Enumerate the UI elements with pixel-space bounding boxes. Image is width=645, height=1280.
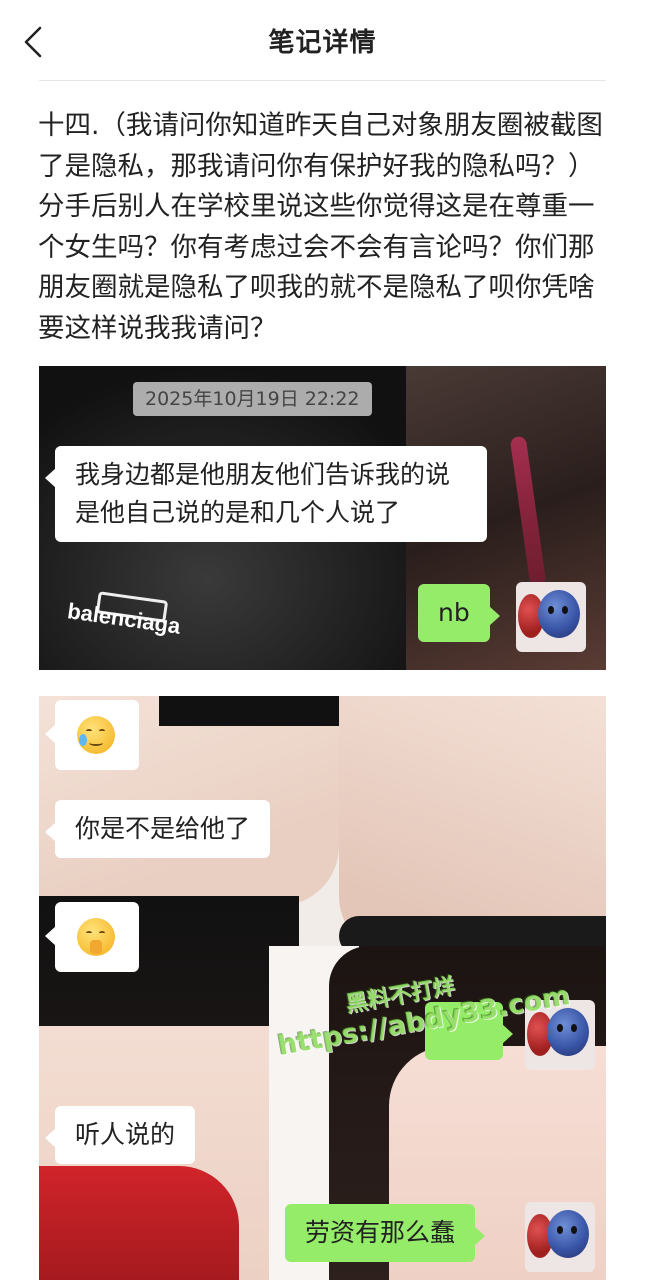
- user-avatar: [525, 1000, 595, 1070]
- emoji-hand: [90, 940, 102, 954]
- shushing-face-emoji-icon: [77, 918, 115, 956]
- screenshot-background-red: [39, 1166, 239, 1280]
- avatar-eye: [562, 606, 568, 614]
- emoji-mouth: [89, 740, 103, 746]
- avatar-blueberry-figure: [538, 590, 580, 638]
- chat-bubble-right: [425, 1002, 513, 1060]
- emoji-eye: [99, 729, 105, 733]
- chat-screenshot-image-2[interactable]: 你是不是给他了 听人说的 劳资有那么蠢: [39, 696, 606, 1280]
- emoji-tear: [79, 734, 87, 746]
- chat-bubble-left: 听人说的: [44, 1106, 196, 1164]
- chat-bubble-right: nb: [418, 584, 500, 642]
- chat-bubble-left: 我身边都是他朋友他们告诉我的说是他自己说的是和几个人说了: [45, 446, 487, 542]
- chat-timestamp: 2025年10月19日 22:22: [133, 382, 372, 416]
- crying-laughing-emoji-icon: [77, 716, 115, 754]
- avatar-eye: [571, 1024, 577, 1032]
- emoji-eye: [99, 931, 105, 935]
- top-nav-bar: 笔记详情: [0, 0, 645, 82]
- user-avatar: [516, 582, 586, 652]
- avatar-eye: [548, 606, 554, 614]
- page-title: 笔记详情: [268, 28, 377, 58]
- chat-bubble-right: 劳资有那么蠢: [285, 1204, 486, 1262]
- nav-divider: [39, 80, 606, 81]
- avatar-blueberry-figure: [547, 1008, 589, 1056]
- avatar-eye: [557, 1024, 563, 1032]
- chat-bubble-left-emoji: [45, 700, 139, 770]
- user-avatar: [525, 1202, 595, 1272]
- emoji-eye: [86, 729, 92, 733]
- avatar-eye: [571, 1226, 577, 1234]
- emoji-eye: [86, 931, 92, 935]
- chat-screenshot-image-1[interactable]: balenciaga 2025年10月19日 22:22 我身边都是他朋友他们告…: [39, 366, 606, 670]
- avatar-eye: [557, 1226, 563, 1234]
- avatar-blueberry-figure: [547, 1210, 589, 1258]
- chat-bubble-left-emoji: [45, 902, 139, 972]
- chat-bubble-left: 你是不是给他了: [44, 800, 271, 858]
- note-body-text: 十四.（我请问你知道昨天自己对象朋友圈被截图了是隐私，那我请问你有保护好我的隐私…: [38, 110, 603, 344]
